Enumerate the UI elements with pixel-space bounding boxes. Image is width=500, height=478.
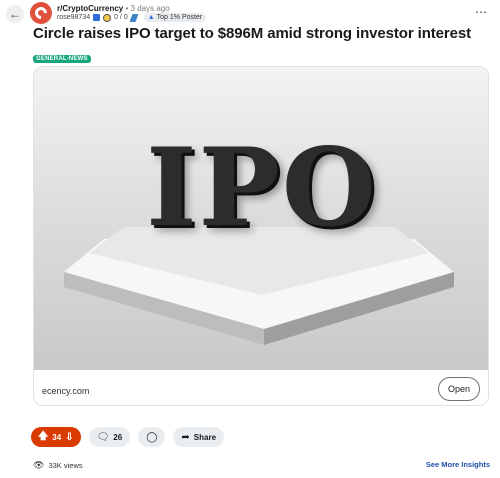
upvote-icon[interactable]: 🡅 (38, 429, 48, 446)
views-icon: 👁 (33, 460, 45, 470)
share-label: Share (193, 432, 217, 442)
back-arrow-icon: ← (9, 7, 21, 21)
vote-count: 34 (52, 432, 62, 442)
back-button[interactable]: ← (6, 5, 24, 23)
post-actions: 🡅 34 ⇩ 🗨 26 ◯ ➦ Share (31, 427, 225, 447)
open-link-button[interactable]: Open (437, 377, 480, 401)
comment-icon: 🗨 (96, 431, 110, 443)
views-label: 33K views (48, 461, 83, 470)
user-badge-icon (93, 14, 101, 21)
pen-icon (129, 13, 139, 22)
share-button[interactable]: ➦ Share (173, 427, 225, 447)
comments-button[interactable]: 🗨 26 (88, 427, 131, 447)
see-more-insights-link[interactable]: See More Insights (426, 460, 490, 469)
post-title[interactable]: Circle raises IPO target to $896M amid s… (33, 25, 471, 42)
flair-label: Top 1% Poster (156, 14, 203, 21)
link-domain[interactable]: ecency.com (42, 386, 89, 396)
award-icon: ◯ (146, 431, 158, 443)
author-username[interactable]: rose98734 (57, 14, 90, 21)
more-options-button[interactable]: ⋯ (475, 5, 488, 19)
subreddit-avatar[interactable] (30, 2, 52, 24)
share-icon: ➦ (181, 431, 190, 443)
preview-image[interactable]: IPO (34, 67, 488, 370)
vote-control: 🡅 34 ⇩ (31, 427, 81, 447)
post-meta: r/CryptoCurrency • 3 days ago (57, 4, 170, 13)
author-line: rose98734 0 / 0 ▲ Top 1% Poster (57, 13, 207, 22)
card-footer: ecency.com Open (34, 370, 488, 405)
award-button[interactable]: ◯ (138, 427, 166, 447)
user-flair: ▲ Top 1% Poster (143, 13, 207, 22)
subreddit-link[interactable]: r/CryptoCurrency (57, 4, 123, 13)
post-flair-tag[interactable]: GENERAL-NEWS (33, 55, 91, 63)
rank-icon: ▲ (147, 14, 155, 21)
meta-separator: • (125, 4, 129, 13)
post-time: 3 days ago (130, 4, 170, 13)
subreddit-avatar-icon (32, 4, 50, 22)
view-count: 👁 33K views (33, 460, 83, 471)
link-preview-card[interactable]: IPO ecency.com Open (33, 66, 489, 406)
comment-count: 26 (113, 432, 123, 442)
ipo-3d-text: IPO (146, 125, 378, 251)
karma-count: 0 / 0 (114, 14, 128, 21)
more-options-icon: ⋯ (475, 5, 488, 19)
downvote-icon[interactable]: ⇩ (65, 432, 73, 443)
moon-coin-icon (103, 13, 112, 22)
